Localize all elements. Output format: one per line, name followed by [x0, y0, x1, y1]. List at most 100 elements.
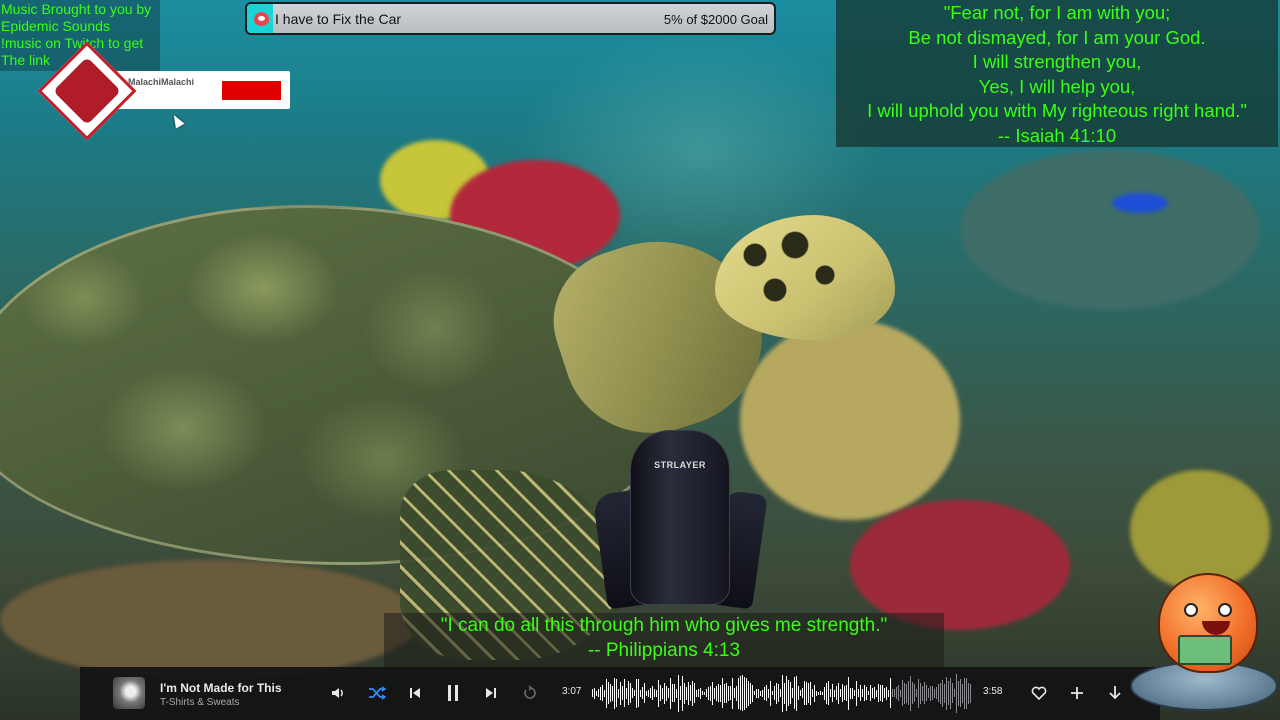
waveform-bar [730, 686, 731, 700]
goal-title: I have to Fix the Car [275, 11, 402, 27]
previous-icon[interactable] [405, 681, 425, 705]
waveform-seekbar[interactable] [592, 672, 978, 714]
goal-progress-text: 5% of $2000 Goal [663, 12, 768, 27]
waveform-bar [922, 685, 923, 701]
waveform-bar [880, 685, 881, 701]
waveform-bar [630, 683, 631, 703]
waveform-bar [594, 687, 595, 699]
waveform-bar [678, 674, 679, 712]
waveform-bar [888, 689, 889, 697]
credit-line: Epidemic Sounds [1, 18, 110, 34]
waveform-bar [666, 685, 667, 701]
waveform-bar [744, 676, 745, 710]
waveform-bar [896, 687, 897, 699]
donation-goal: I have to Fix the Car 5% of $2000 Goal [245, 2, 776, 35]
waveform-bar [748, 680, 749, 706]
waveform-bar [754, 691, 755, 695]
waveform-bar [740, 676, 741, 710]
waveform-bar [814, 684, 815, 702]
waveform-bar [642, 687, 643, 699]
waveform-bar [752, 684, 753, 702]
waveform-bar [628, 681, 629, 705]
waveform-bar [658, 679, 659, 707]
waveform-bar [772, 691, 773, 695]
waveform-bar [792, 688, 793, 698]
waveform-bar [650, 688, 651, 698]
waveform-bar [672, 684, 673, 702]
shuffle-icon[interactable] [366, 681, 388, 705]
waveform-bar [728, 685, 729, 701]
waveform-bar [904, 682, 905, 704]
waveform-bar [912, 682, 913, 704]
fish-mascot [1130, 573, 1280, 713]
waveform-bar [670, 677, 671, 709]
waveform-bar [638, 679, 639, 707]
waveform-bar [756, 688, 757, 698]
waveform-bar [698, 689, 699, 697]
waveform-bar [930, 685, 931, 701]
waveform-bar [954, 689, 955, 697]
book-icon [1178, 635, 1232, 665]
waveform-bar [846, 685, 847, 701]
waveform-bar [824, 686, 825, 700]
waveform-bar [606, 678, 607, 708]
waveform-bar [840, 689, 841, 697]
volume-icon[interactable] [328, 681, 348, 705]
waveform-bar [926, 685, 927, 701]
waveform-bar [692, 680, 693, 706]
mascot-eye [1218, 603, 1232, 617]
waveform-bar [602, 685, 603, 701]
waveform-bar [674, 684, 675, 702]
heart-icon[interactable] [1029, 681, 1049, 705]
waveform-bar [616, 679, 617, 707]
waveform-bar [720, 684, 721, 702]
waveform-bar [780, 689, 781, 697]
waveform-bar [894, 689, 895, 697]
verse-line: Yes, I will help you, [978, 75, 1136, 97]
waveform-bar [664, 682, 665, 704]
waveform-bar [610, 684, 611, 702]
waveform-bar [816, 690, 817, 696]
pause-icon[interactable] [442, 681, 464, 705]
waveform-bar [738, 677, 739, 709]
waveform-bar [662, 687, 663, 699]
next-icon[interactable] [481, 681, 501, 705]
waveform-bar [848, 676, 849, 710]
waveform-bar [764, 686, 765, 700]
waveform-bar [868, 691, 869, 695]
turtle-head [715, 215, 895, 340]
waveform-bar [884, 688, 885, 698]
verse-reference: -- Isaiah 41:10 [997, 124, 1117, 146]
blue-fish [1112, 193, 1168, 213]
waveform-bar [918, 678, 919, 708]
waveform-bar [844, 686, 845, 700]
download-icon[interactable] [1105, 681, 1125, 705]
plus-icon[interactable] [1067, 681, 1087, 705]
waveform-bar [794, 677, 795, 709]
waveform-bar [804, 681, 805, 705]
red-coral-lower [850, 500, 1070, 630]
waveform-bar [782, 674, 783, 712]
goal-heart-icon [254, 12, 269, 26]
green-coral [1130, 470, 1270, 590]
waveform-bar [946, 676, 947, 710]
waveform-bar [866, 686, 867, 700]
waveform-bar [722, 678, 723, 708]
waveform-bar [734, 688, 735, 698]
waveform-bar [970, 683, 971, 703]
waveform-bar [910, 675, 911, 711]
waveform-bar [644, 683, 645, 703]
subtitle-verse-reference: -- Philippians 4:13 [587, 640, 741, 661]
waveform-bar [778, 684, 779, 702]
waveform-bar [850, 687, 851, 699]
waveform-bar [874, 687, 875, 699]
waveform-bar [798, 686, 799, 700]
waveform-bar [916, 689, 917, 697]
repeat-icon[interactable] [519, 681, 541, 705]
waveform-bar [952, 683, 953, 703]
waveform-bar [624, 679, 625, 707]
waveform-bar [924, 682, 925, 704]
verse-line: I will strengthen you, [972, 51, 1142, 73]
waveform-bar [830, 689, 831, 697]
waveform-bar [890, 678, 891, 708]
